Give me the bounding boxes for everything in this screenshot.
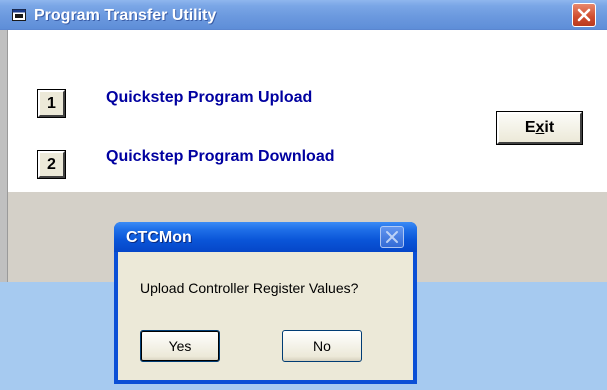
download-option-label[interactable]: Quickstep Program Download <box>106 148 334 166</box>
exit-label-suffix: it <box>544 119 555 136</box>
option-1-button[interactable]: 1 <box>37 89 66 118</box>
exit-label-prefix: E <box>524 119 536 136</box>
no-button[interactable]: No <box>282 330 362 362</box>
close-button[interactable] <box>572 3 596 27</box>
close-icon <box>386 231 398 243</box>
yes-button[interactable]: Yes <box>140 330 220 362</box>
options-panel <box>8 30 607 192</box>
window-title: Program Transfer Utility <box>34 7 217 24</box>
main-titlebar[interactable]: Program Transfer Utility <box>0 0 607 30</box>
dialog-title: CTCMon <box>126 229 192 246</box>
close-icon <box>577 8 591 22</box>
dialog-body: Upload Controller Register Values? Yes N… <box>118 252 413 380</box>
confirm-dialog: CTCMon Upload Controller Register Values… <box>114 222 417 384</box>
dialog-close-button[interactable] <box>380 226 404 248</box>
dialog-titlebar[interactable]: CTCMon <box>114 222 417 252</box>
upload-option-label[interactable]: Quickstep Program Upload <box>106 89 312 107</box>
window-left-frame <box>0 30 8 282</box>
dialog-message: Upload Controller Register Values? <box>140 280 359 296</box>
app-icon <box>12 9 26 21</box>
option-2-button[interactable]: 2 <box>37 150 66 179</box>
exit-button[interactable]: Exit <box>496 111 583 145</box>
